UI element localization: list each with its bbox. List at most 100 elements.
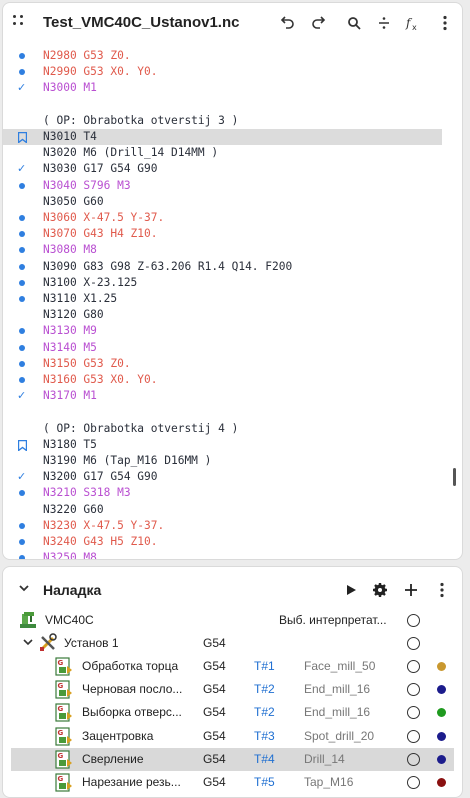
tools-icon <box>38 633 58 656</box>
more-vertical-icon[interactable] <box>432 580 452 600</box>
operation-icon: G <box>55 726 73 746</box>
check-icon[interactable]: ✓ <box>17 388 27 404</box>
operation-radio[interactable] <box>407 752 420 766</box>
search-icon[interactable] <box>344 13 364 33</box>
operation-row[interactable]: G Выборка отверс... G54 T#2 End_mill_16 <box>3 701 462 724</box>
code-line[interactable]: N3020 M6 (Drill_14 D14MM ) <box>3 145 446 161</box>
breakpoint-dot-icon[interactable] <box>17 210 27 226</box>
breakpoint-dot-icon[interactable] <box>17 259 27 275</box>
breakpoint-dot-icon[interactable] <box>17 340 27 356</box>
undo-icon[interactable] <box>277 13 297 33</box>
operation-row[interactable]: G Зацентровка G54 T#3 Spot_drill_20 <box>3 725 462 748</box>
breakpoint-dot-icon[interactable] <box>17 372 27 388</box>
tool-number: T#1 <box>254 659 275 673</box>
check-icon[interactable]: ✓ <box>17 161 27 177</box>
operation-radio[interactable] <box>407 729 420 743</box>
code-line[interactable]: ( OP: Obrabotka otverstij 4 ) <box>3 421 446 437</box>
code-line[interactable]: N3130 M9 <box>3 323 446 339</box>
code-line[interactable]: N3060 X-47.5 Y-37. <box>3 210 446 226</box>
code-line[interactable]: N3250 M8 <box>3 550 446 559</box>
more-vertical-icon[interactable] <box>435 13 455 33</box>
interpreter-select[interactable]: Выб. интерпретат... <box>279 613 391 627</box>
breakpoint-dot-icon[interactable] <box>17 518 27 534</box>
setup-title: Наладка <box>43 582 102 598</box>
code-line[interactable]: N3240 G43 H5 Z10. <box>3 534 446 550</box>
operation-radio[interactable] <box>407 706 420 720</box>
code-line[interactable]: N3210 S318 M3 <box>3 485 446 501</box>
code-line[interactable]: N3040 S796 M3 <box>3 178 446 194</box>
operation-cs: G54 <box>203 682 226 697</box>
breakpoint-dot-icon[interactable] <box>17 48 27 64</box>
breakpoint-dot-icon[interactable] <box>17 485 27 501</box>
code-line[interactable]: N3140 M5 <box>3 340 446 356</box>
operation-row[interactable]: G Нарезание резь... G54 T#5 Tap_M16 <box>3 771 462 794</box>
code-line[interactable]: N3080 M8 <box>3 242 446 258</box>
redo-icon[interactable] <box>309 13 329 33</box>
fixture-cs: G54 <box>203 636 226 650</box>
fixture-row[interactable]: Установ 1 G54 <box>3 632 462 655</box>
breakpoint-dot-icon[interactable] <box>17 550 27 559</box>
play-icon[interactable] <box>341 580 361 600</box>
divide-icon[interactable] <box>374 13 394 33</box>
operation-radio[interactable] <box>407 683 420 697</box>
code-line[interactable]: N3120 G80 <box>3 307 446 323</box>
operation-row[interactable]: G Сверление G54 T#4 Drill_14 <box>11 747 454 771</box>
check-icon[interactable]: ✓ <box>17 469 27 485</box>
code-line[interactable]: N3070 G43 H4 Z10. <box>3 226 446 242</box>
code-line[interactable]: N3110 X1.25 <box>3 291 446 307</box>
drag-handle-icon[interactable] <box>13 15 25 29</box>
scrollbar-thumb[interactable] <box>453 468 456 486</box>
chevron-down-icon[interactable] <box>22 635 34 652</box>
code-text: N3170 M1 <box>43 389 97 403</box>
code-line[interactable]: N3050 G60 <box>3 194 446 210</box>
code-line[interactable]: N3160 G53 X0. Y0. <box>3 372 446 388</box>
function-icon[interactable]: fx <box>403 13 423 33</box>
breakpoint-dot-icon[interactable] <box>17 356 27 372</box>
fixture-radio[interactable] <box>407 637 420 650</box>
code-line[interactable]: N3150 G53 Z0. <box>3 356 446 372</box>
bookmark-icon[interactable] <box>17 129 27 145</box>
breakpoint-dot-icon[interactable] <box>17 242 27 258</box>
breakpoint-dot-icon[interactable] <box>17 178 27 194</box>
code-area[interactable]: N2980 G53 Z0. N2990 G53 X0. Y0. ✓ N3000 M1 (… <box>3 43 462 559</box>
machine-radio[interactable] <box>407 614 420 627</box>
breakpoint-dot-icon[interactable] <box>17 323 27 339</box>
operation-row[interactable]: G Обработка торца G54 T#1 Face_mill_50 <box>3 655 462 678</box>
tool-name: Spot_drill_20 <box>304 728 375 743</box>
breakpoint-dot-icon[interactable] <box>17 64 27 80</box>
settings-icon[interactable] <box>370 580 390 600</box>
code-line[interactable]: ✓ N3030 G17 G54 G90 <box>3 161 446 177</box>
code-text: N3210 S318 M3 <box>43 486 131 500</box>
breakpoint-dot-icon[interactable] <box>17 291 27 307</box>
code-line[interactable]: N3010 T4 <box>3 129 442 145</box>
breakpoint-dot-icon[interactable] <box>17 534 27 550</box>
operation-icon: G <box>55 773 73 792</box>
chevron-down-icon[interactable] <box>17 581 31 595</box>
machine-row[interactable]: VMC40C Выб. интерпретат... <box>3 609 462 632</box>
code-line[interactable]: ✓ N3170 M1 <box>3 388 446 404</box>
code-line[interactable] <box>3 404 446 420</box>
code-line[interactable]: ✓ N3000 M1 <box>3 80 446 96</box>
operation-radio[interactable] <box>407 776 420 789</box>
code-text: N3060 X-47.5 Y-37. <box>43 211 165 224</box>
plus-icon[interactable] <box>401 580 421 600</box>
code-line[interactable]: N3230 X-47.5 Y-37. <box>3 518 446 534</box>
code-line[interactable]: ( OP: Obrabotka otverstij 3 ) <box>3 113 446 129</box>
breakpoint-dot-icon[interactable] <box>17 275 27 291</box>
code-line[interactable]: N3180 T5 <box>3 437 446 453</box>
code-line[interactable]: ✓ N3200 G17 G54 G90 <box>3 469 446 485</box>
code-line[interactable]: N3190 M6 (Tap_M16 D16MM ) <box>3 453 446 469</box>
operation-row[interactable]: G Черновая посло... G54 T#2 End_mill_16 <box>3 678 462 701</box>
bookmark-icon[interactable] <box>17 437 27 453</box>
code-line[interactable]: N3220 G60 <box>3 502 446 518</box>
code-line[interactable] <box>3 97 446 113</box>
code-text: ( OP: Obrabotka otverstij 3 ) <box>43 113 239 127</box>
code-line[interactable]: N2980 G53 Z0. <box>3 48 446 64</box>
check-icon[interactable]: ✓ <box>17 80 27 96</box>
operation-radio[interactable] <box>407 660 420 673</box>
setup-panel: Наладка VMC40C Выб. интерпретат... Устан… <box>2 566 463 798</box>
code-line[interactable]: N3090 G83 G98 Z-63.206 R1.4 Q14. F200 <box>3 259 446 275</box>
code-line[interactable]: N2990 G53 X0. Y0. <box>3 64 446 80</box>
breakpoint-dot-icon[interactable] <box>17 226 27 242</box>
code-line[interactable]: N3100 X-23.125 <box>3 275 446 291</box>
